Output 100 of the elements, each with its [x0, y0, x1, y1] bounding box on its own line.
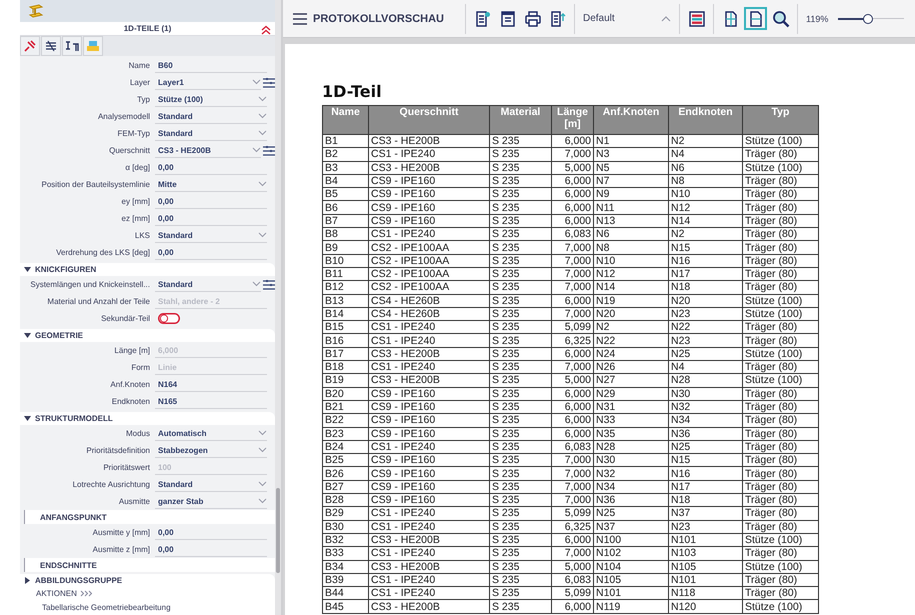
property-label: Systemlängen und Knickeinstell... [29, 280, 151, 289]
toolbar-title: PROTOKOLLVORSCHAU [313, 12, 445, 24]
table-cell: N37 [594, 520, 668, 534]
input-field[interactable]: 0,00 [155, 542, 267, 557]
table-cell: CS9 - IPE160 [368, 188, 490, 201]
table-cell: CS9 - IPE160 [368, 387, 490, 400]
column-header: Endknoten [668, 106, 742, 134]
column-header: Typ [742, 106, 818, 134]
table-cell: N12 [594, 267, 668, 281]
table-cell: CS1 - IPE240 [368, 573, 490, 587]
menu-icon[interactable] [293, 12, 307, 24]
section-tool-button[interactable] [62, 36, 82, 56]
toggle-switch[interactable] [158, 313, 180, 324]
table-cell: S 235 [490, 148, 552, 162]
layers-tool-button[interactable] [41, 36, 61, 56]
table-cell: S 235 [490, 480, 552, 494]
table-cell: N105 [668, 560, 742, 574]
table-cell: N101 [668, 533, 742, 547]
table-cell: S 235 [490, 214, 552, 228]
property-label: Anf.Knoten [109, 380, 151, 389]
table-cell: N5 [594, 161, 668, 174]
settings-menu-icon[interactable] [263, 280, 275, 290]
property-label: Endknoten [110, 397, 151, 406]
dropdown-field[interactable]: ganzer Stab [155, 494, 267, 509]
table-cell: Stütze (100) [742, 161, 818, 174]
dropdown-field[interactable]: Stütze (100) [155, 92, 267, 107]
input-field[interactable]: N165 [155, 394, 267, 409]
table-cell: N23 [668, 334, 742, 348]
table-cell: S 235 [490, 240, 552, 254]
table-cell: N1 [594, 134, 668, 148]
slider-thumb[interactable] [863, 14, 874, 24]
table-cell: N23 [668, 307, 742, 321]
table-cell: 5,099 [552, 506, 594, 520]
table-cell: Träger (80) [742, 494, 818, 507]
property-label: Querschnitt [108, 146, 151, 155]
template-icon [500, 10, 516, 26]
property-label: Verdrehung des LKS [deg] [55, 248, 151, 257]
dropdown-field[interactable]: Standard [155, 277, 261, 292]
input-field[interactable]: N164 [155, 377, 267, 392]
input-field[interactable]: B60 [155, 58, 267, 73]
input-field[interactable]: 0,00 [155, 211, 267, 226]
table-cell: 7,000 [552, 454, 594, 467]
dropdown-field[interactable]: Layer1 [155, 75, 261, 90]
chevrons-right-icon[interactable] [80, 590, 93, 596]
zoom-slider[interactable] [838, 14, 904, 24]
table-cell: B24 [322, 440, 368, 454]
table-cell: 7,000 [552, 480, 594, 494]
input-field[interactable]: 0,00 [155, 194, 267, 209]
page-view-button[interactable] [744, 7, 767, 30]
settings-menu-icon[interactable] [263, 78, 275, 88]
table-cell: CS9 - IPE160 [368, 466, 490, 480]
dropdown-field[interactable]: Stabbezogen [155, 443, 267, 458]
table-cell: CS2 - IPE100AA [368, 254, 490, 268]
table-cell: N25 [594, 506, 668, 520]
table-cell: B9 [322, 240, 368, 254]
table-cell: S 235 [490, 360, 552, 374]
table-cell: Träger (80) [742, 440, 818, 454]
property-label: Prioritätswert [102, 463, 151, 472]
property-label: Ausmitte y [mm] [92, 528, 151, 537]
table-cell: S 235 [490, 494, 552, 507]
table-cell: S 235 [490, 347, 552, 361]
table-cell: S 235 [490, 188, 552, 201]
table-cell: N18 [668, 280, 742, 294]
input-field[interactable]: 0,00 [155, 160, 267, 175]
template-dropdown[interactable]: Default [579, 6, 675, 32]
collapse-icon[interactable] [261, 24, 271, 35]
section-header[interactable]: GEOMETRIE [20, 329, 275, 342]
dropdown-field[interactable]: Mitte [155, 177, 267, 192]
column-header: Länge [m] [552, 106, 594, 134]
scrollbar[interactable] [275, 0, 283, 615]
table-cell: CS9 - IPE160 [368, 454, 490, 467]
beam-icon[interactable] [28, 4, 44, 18]
section-header[interactable]: STRUKTURMODELL [20, 412, 275, 425]
table-cell: CS1 - IPE240 [368, 520, 490, 534]
section-header[interactable]: ABBILDUNGSGRUPPE [20, 574, 275, 587]
table-cell: CS3 - HE200B [368, 374, 490, 388]
section-header[interactable]: KNICKFIGUREN [20, 263, 275, 276]
action-link[interactable]: Tabellarische Geometriebearbeitung [20, 599, 275, 615]
table-cell: N8 [594, 240, 668, 254]
table-cell: N8 [668, 174, 742, 188]
dropdown-field[interactable]: Automatisch [155, 426, 267, 441]
table-cell: N14 [594, 280, 668, 294]
table-cell: S 235 [490, 573, 552, 587]
settings-menu-icon[interactable] [263, 146, 275, 156]
dropdown-field[interactable]: Standard [155, 109, 267, 124]
dropdown-field[interactable]: Standard [155, 126, 267, 141]
property-label: ez [mm] [120, 214, 151, 223]
dropdown-field[interactable]: Standard [155, 228, 267, 243]
input-field[interactable]: 0,00 [155, 525, 267, 540]
table-cell: N3 [594, 148, 668, 162]
dropdown-field[interactable]: CS3 - HE200B [155, 143, 261, 158]
table-cell: N14 [668, 214, 742, 228]
table-cell: CS3 - HE200B [368, 161, 490, 174]
table-cell: Träger (80) [742, 506, 818, 520]
table-cell: B34 [322, 560, 368, 574]
dropdown-field[interactable]: Standard [155, 477, 267, 492]
pin-tool-button[interactable] [20, 36, 40, 56]
table-cell: 6,000 [552, 188, 594, 201]
table-cell: N34 [668, 414, 742, 428]
input-field[interactable]: 0,00 [155, 245, 267, 260]
